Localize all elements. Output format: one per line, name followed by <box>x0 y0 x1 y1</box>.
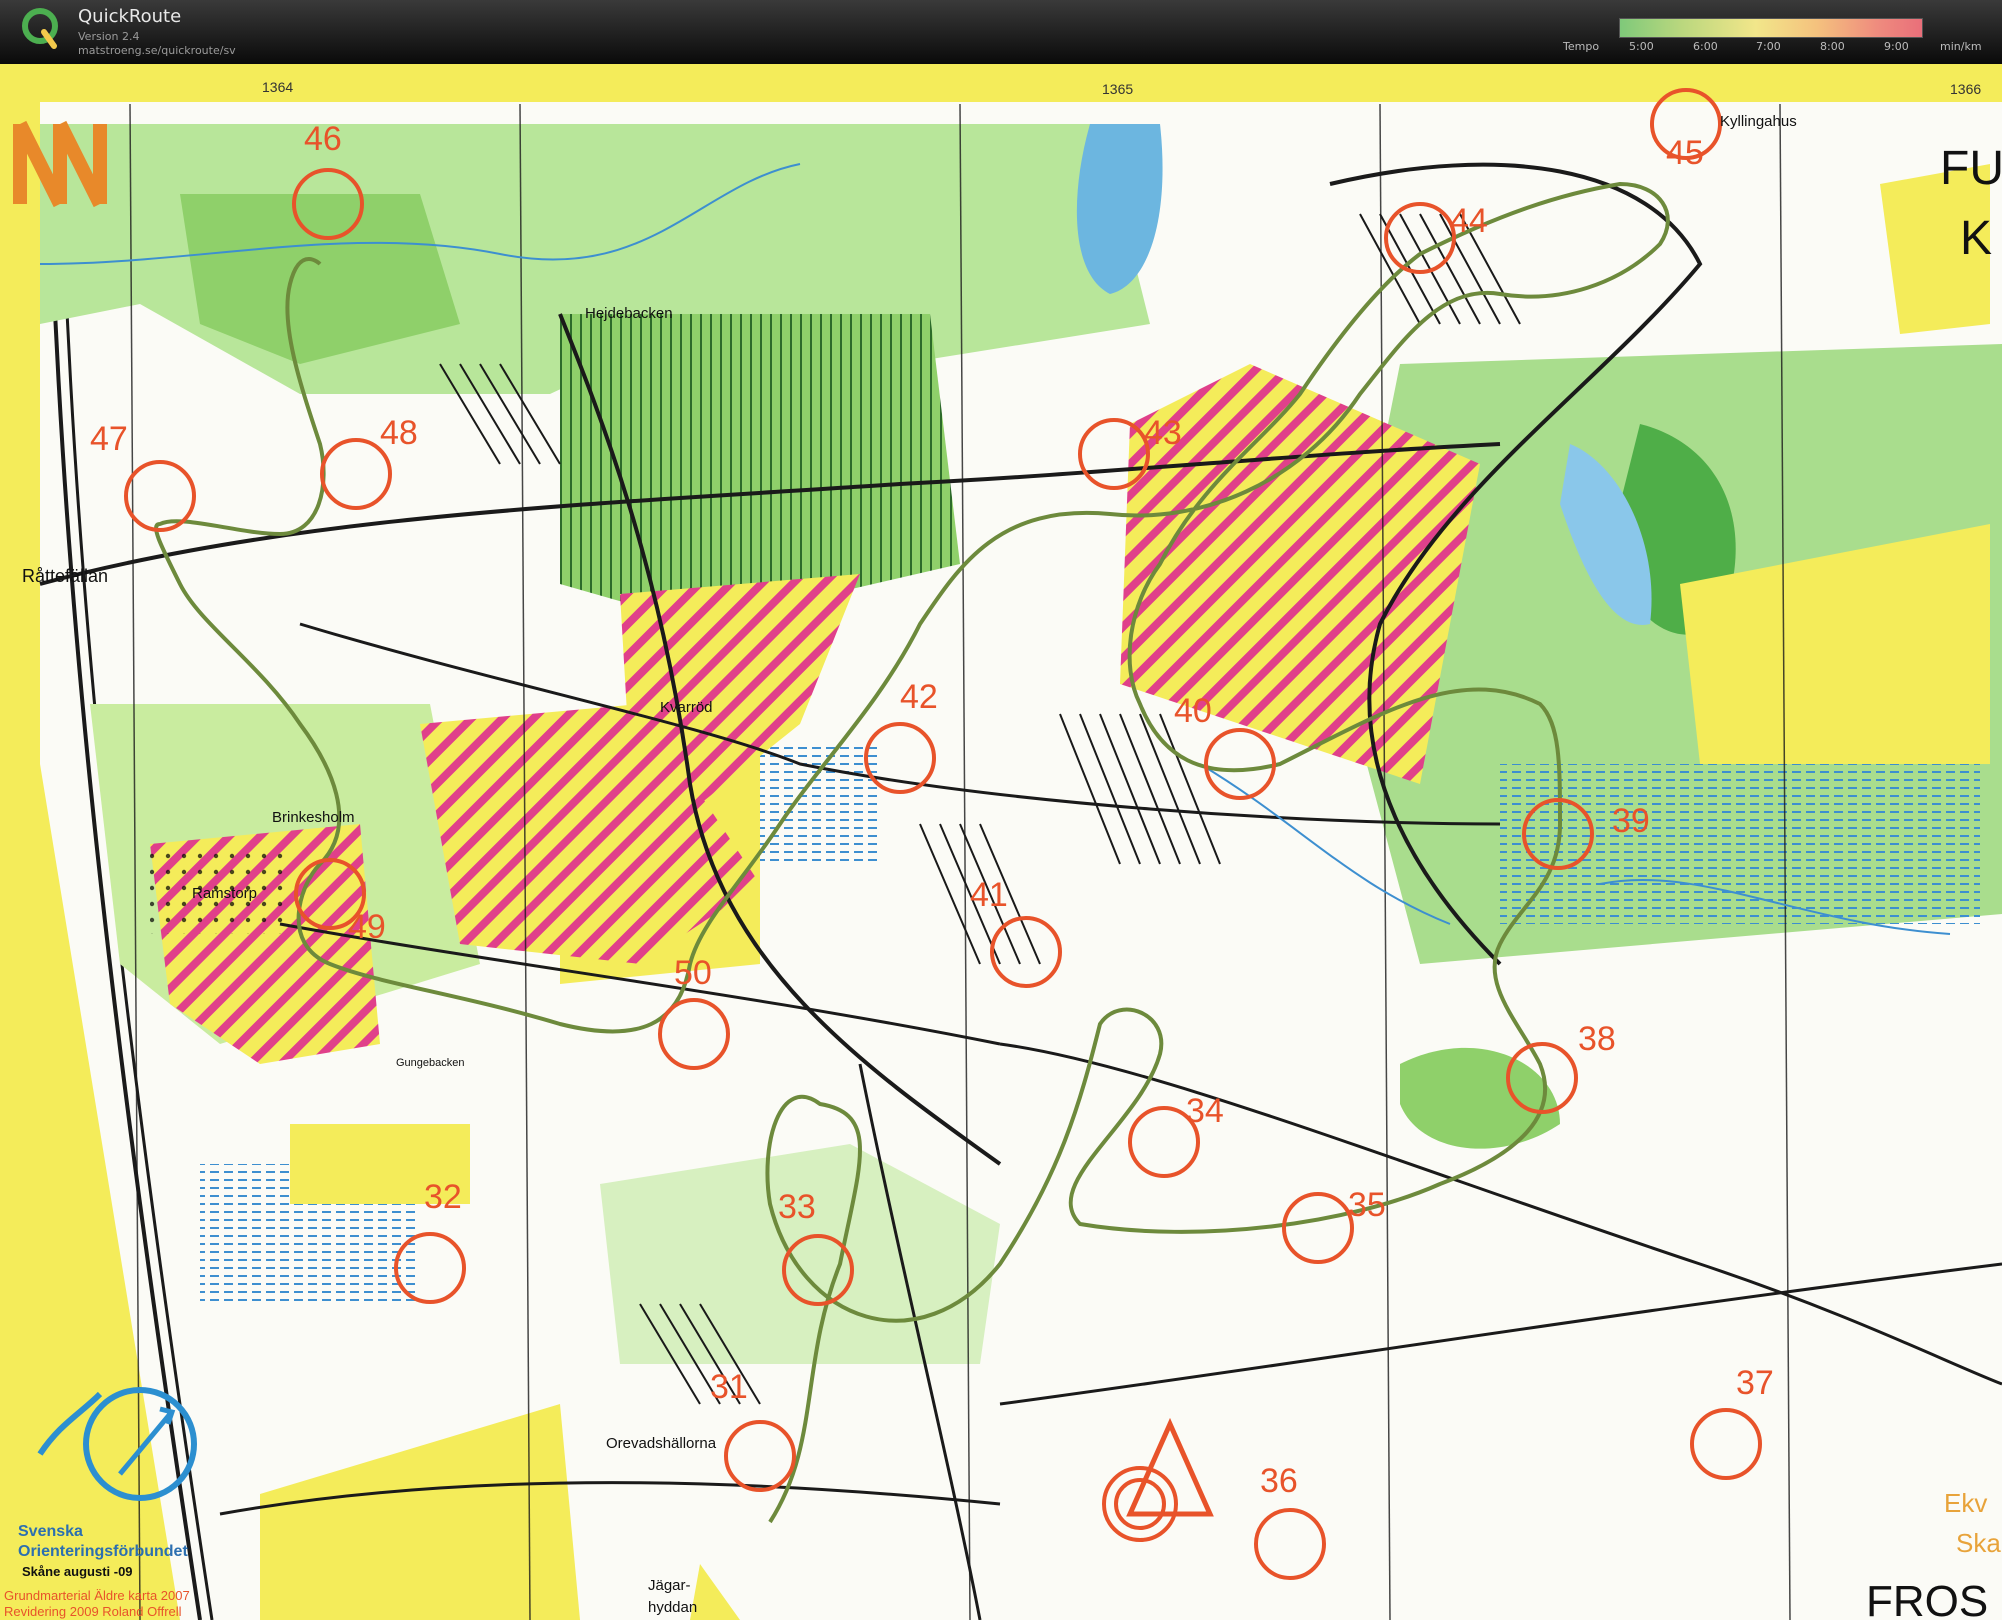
tempo-label: Tempo <box>1563 40 1600 53</box>
place-name: Jägar- <box>648 1577 691 1594</box>
place-name: hyddan <box>648 1599 697 1616</box>
control-number: 41 <box>970 876 1008 914</box>
place-name: Ekv <box>1944 1488 1987 1518</box>
control-number: 34 <box>1186 1092 1224 1130</box>
place-name: Ska <box>1956 1528 2001 1558</box>
control-number: 40 <box>1174 692 1212 730</box>
place-name: Gungebacken <box>396 1057 465 1069</box>
app-version: Version 2.4 <box>78 30 140 43</box>
orienteering-map[interactable]: 31 32 33 34 35 36 37 38 39 40 41 42 43 44 45 46 47 48 49 50… <box>0 64 2002 1620</box>
federation-name: Svenska <box>18 1523 83 1540</box>
place-name: K <box>1960 212 1992 265</box>
place-name: Kvarröd <box>660 699 713 716</box>
place-name: FU <box>1940 142 2002 195</box>
grid-label: 1365 <box>1102 81 1133 97</box>
control-number: 43 <box>1144 414 1182 452</box>
tempo-color-scale <box>1619 18 1923 38</box>
control-number: 39 <box>1612 802 1650 840</box>
tempo-tick: 5:00 <box>1629 40 1654 53</box>
place-name: Brinkesholm <box>272 809 355 826</box>
control-number: 45 <box>1666 134 1704 172</box>
control-number: 31 <box>710 1368 748 1406</box>
grid-label: 1364 <box>262 79 293 95</box>
place-name: Ramstorp <box>192 885 257 902</box>
map-credits: Revidering 2009 Roland Offrell <box>4 1604 182 1619</box>
control-number: 32 <box>424 1178 462 1216</box>
control-number: 47 <box>90 420 128 458</box>
control-number: 35 <box>1348 1186 1386 1224</box>
forest-area-center <box>560 314 960 624</box>
grid-label: 1366 <box>1950 81 1981 97</box>
place-name: FROS <box>1866 1577 1988 1620</box>
control-number: 48 <box>380 414 418 452</box>
place-name: Orevadshällorna <box>606 1435 717 1452</box>
tempo-tick: 6:00 <box>1693 40 1718 53</box>
app-header: QuickRoute Version 2.4 matstroeng.se/qui… <box>0 0 2002 64</box>
app-url[interactable]: matstroeng.se/quickroute/sv <box>78 44 236 57</box>
control-number: 37 <box>1736 1364 1774 1402</box>
tempo-tick: 9:00 <box>1884 40 1909 53</box>
tempo-tick: 8:00 <box>1820 40 1845 53</box>
control-number: 36 <box>1260 1462 1298 1500</box>
control-number: 46 <box>304 120 342 158</box>
map-yellow-border-top <box>0 64 2002 102</box>
marsh-east <box>1500 764 1980 924</box>
tempo-tick: 7:00 <box>1756 40 1781 53</box>
quickroute-logo-icon <box>22 8 58 49</box>
place-name: Hejdebacken <box>585 305 673 322</box>
control-number: 44 <box>1450 202 1488 240</box>
map-credits: Grundmarterial Äldre karta 2007 <box>4 1588 190 1603</box>
control-number: 38 <box>1578 1020 1616 1058</box>
control-number: 33 <box>778 1188 816 1226</box>
federation-date: Skåne augusti -09 <box>22 1564 133 1579</box>
place-name: Råttefällan <box>22 566 108 586</box>
tempo-unit: min/km <box>1940 40 1982 53</box>
control-number: 50 <box>674 954 712 992</box>
control-number: 49 <box>348 908 386 946</box>
control-number: 42 <box>900 678 938 716</box>
federation-name: Orienteringsförbundet <box>18 1543 188 1560</box>
app-title: QuickRoute <box>78 6 182 27</box>
place-name: Kyllingahus <box>1720 113 1797 130</box>
